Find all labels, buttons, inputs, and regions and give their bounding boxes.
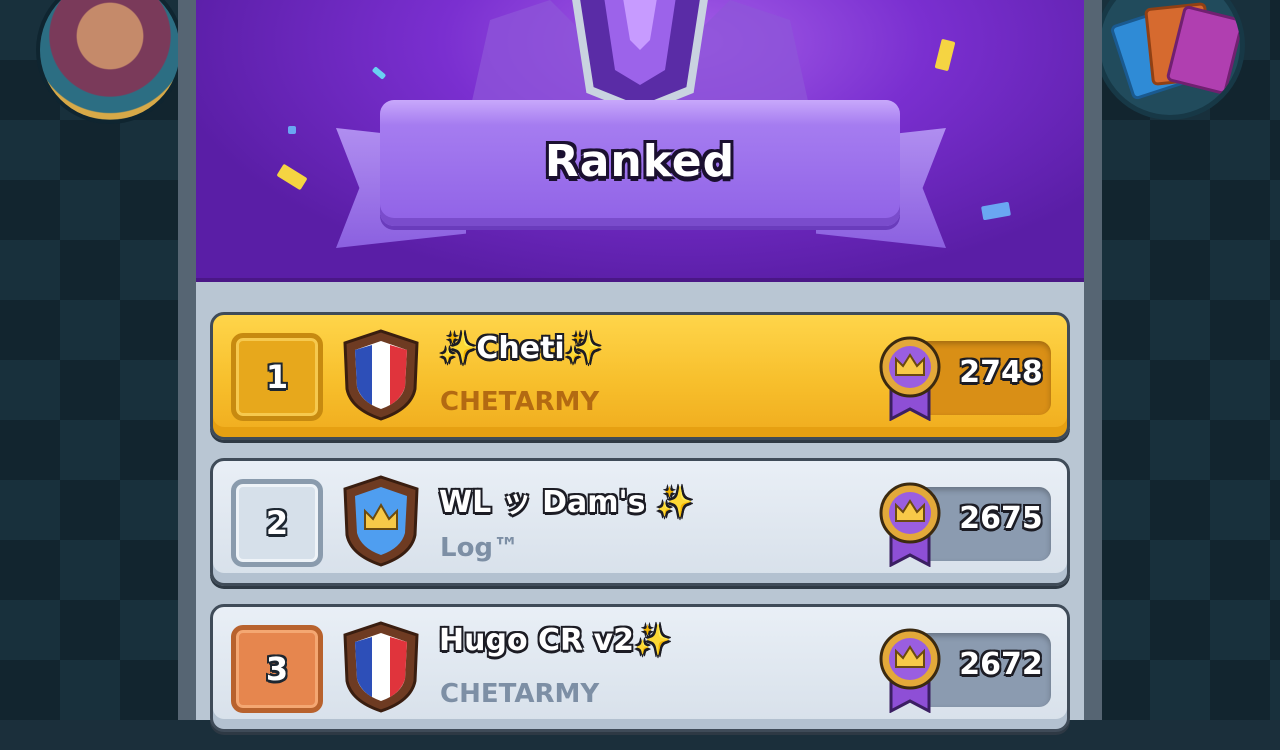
cards-icon[interactable]	[1100, 0, 1240, 115]
crown-medal-icon	[879, 628, 941, 713]
leaderboard-panel: Ranked 1 ✨Cheti✨ CHETARMY 2748 2 WL ッ Da…	[178, 0, 1102, 732]
player-name: WL ッ Dam's ✨	[439, 485, 694, 520]
leaderboard-list: 1 ✨Cheti✨ CHETARMY 2748 2 WL ッ Dam's ✨ L…	[210, 312, 1070, 750]
player-name: Hugo CR v2✨	[439, 623, 672, 658]
clan-name: CHETARMY	[440, 679, 600, 709]
clan-name: Log™	[440, 533, 520, 563]
france-flag-shield-icon	[343, 329, 419, 421]
confetti	[276, 163, 308, 191]
rank-number: 1	[231, 333, 323, 421]
trophy-count: 2672	[959, 647, 1043, 682]
leaderboard-row-2[interactable]: 2 WL ッ Dam's ✨ Log™ 2675	[210, 458, 1070, 586]
crown-shield-icon	[343, 475, 419, 567]
crown-medal-icon	[879, 336, 941, 421]
page-title: Ranked	[544, 136, 736, 187]
leaderboard-row-3[interactable]: 3 Hugo CR v2✨ CHETARMY 2672	[210, 604, 1070, 732]
confetti	[980, 201, 1012, 221]
clan-name: CHETARMY	[440, 387, 600, 417]
player-name: ✨Cheti✨	[439, 331, 603, 366]
leaderboard-row-1[interactable]: 1 ✨Cheti✨ CHETARMY 2748	[210, 312, 1070, 440]
background-right	[1090, 0, 1280, 720]
ranked-header: Ranked	[196, 0, 1084, 282]
player-avatar[interactable]	[40, 0, 180, 120]
title-ribbon: Ranked	[380, 100, 900, 226]
background-left	[0, 0, 200, 720]
confetti	[371, 66, 387, 80]
rank-number: 3	[231, 625, 323, 713]
crown-medal-icon	[879, 482, 941, 567]
trophy-count: 2675	[959, 501, 1043, 536]
arena-crest-icon	[470, 0, 810, 110]
confetti	[934, 38, 956, 72]
rank-number: 2	[231, 479, 323, 567]
confetti	[288, 126, 296, 134]
trophy-count: 2748	[959, 355, 1043, 390]
france-flag-shield-icon	[343, 621, 419, 713]
